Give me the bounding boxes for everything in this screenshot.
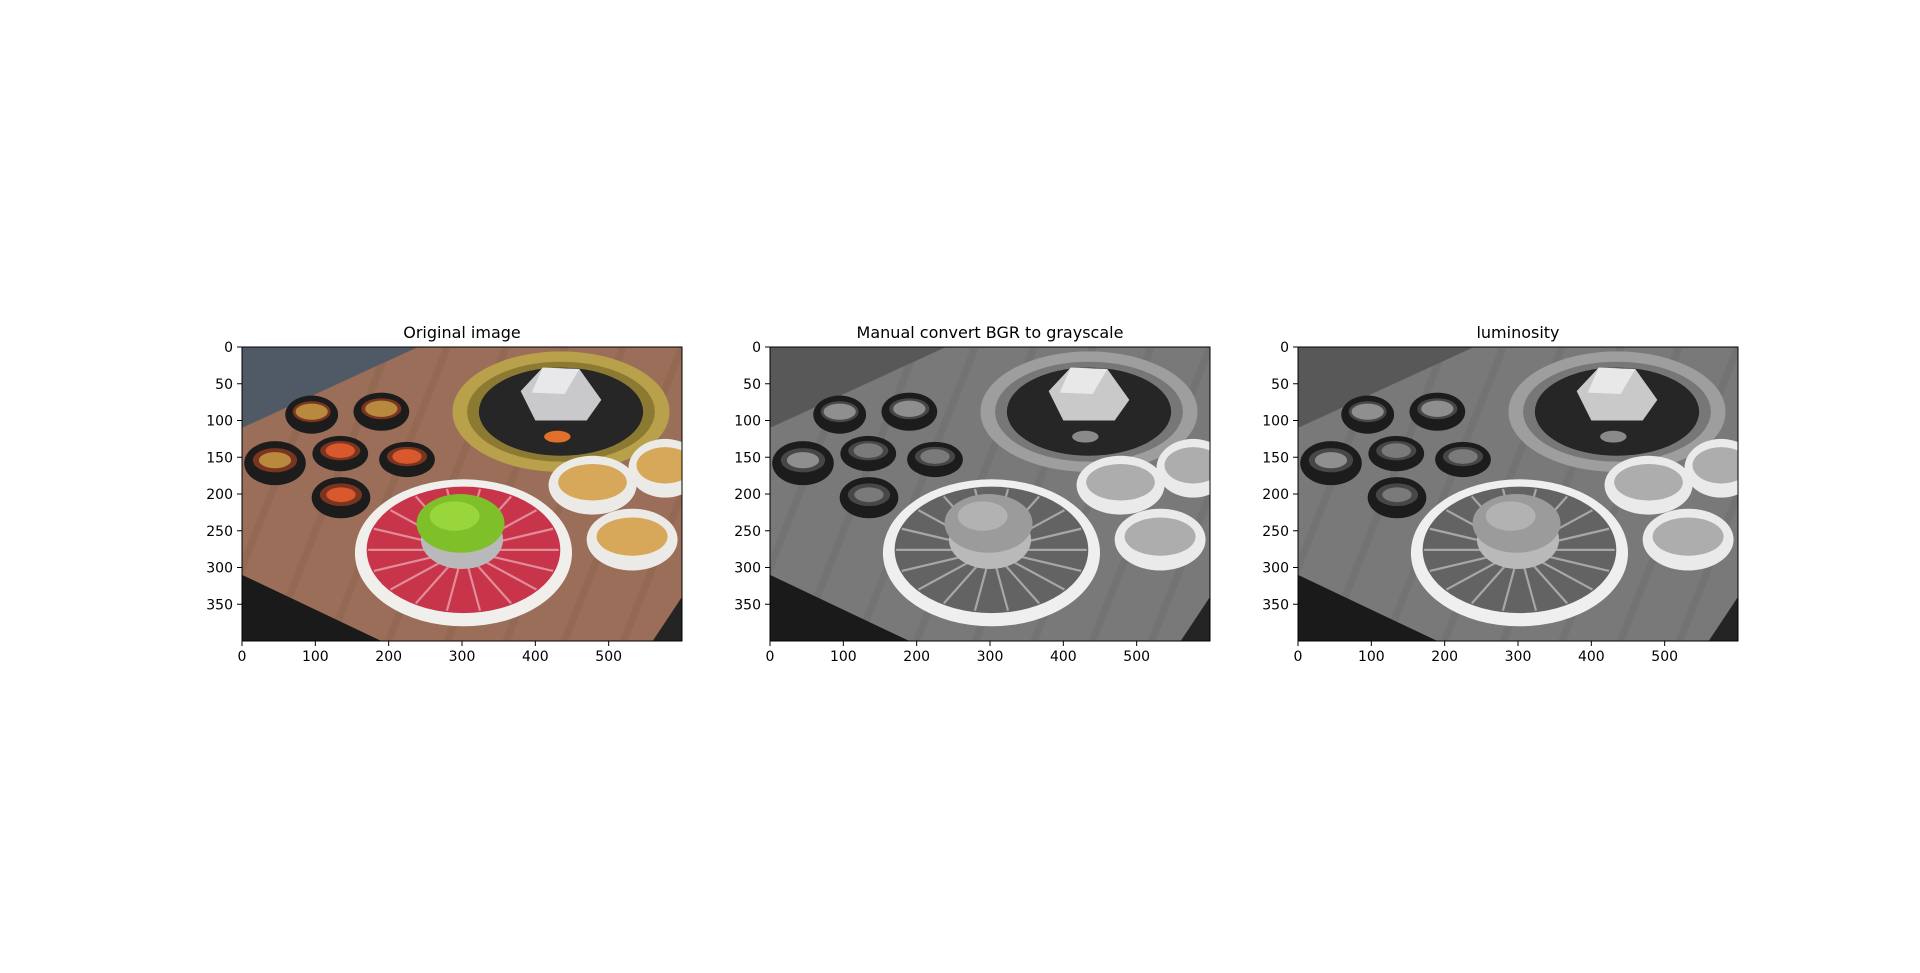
y-tick-label: 300 bbox=[1262, 561, 1289, 577]
panel-3: luminosity 0 100 200 300 400 500 0 50 100 150 200 25… bbox=[1262, 323, 1739, 665]
x-tick-label: 500 bbox=[1651, 649, 1678, 665]
x-tick-label: 200 bbox=[903, 649, 930, 665]
y-tick-label: 0 bbox=[224, 340, 233, 356]
x-tick-label: 500 bbox=[595, 649, 622, 665]
y-tick-label: 200 bbox=[1262, 487, 1289, 503]
y-tick-label: 50 bbox=[1271, 377, 1289, 393]
x-tick-label: 400 bbox=[1578, 649, 1605, 665]
x-tick-label: 100 bbox=[830, 649, 857, 665]
y-tick-label: 250 bbox=[1262, 524, 1289, 540]
x-tick-label: 500 bbox=[1123, 649, 1150, 665]
x-tick-label: 400 bbox=[1050, 649, 1077, 665]
x-tick-label: 300 bbox=[977, 649, 1004, 665]
panel-title-1: Original image bbox=[403, 323, 521, 342]
x-tick-label: 200 bbox=[375, 649, 402, 665]
x-tick-label: 300 bbox=[449, 649, 476, 665]
y-tick-label: 50 bbox=[743, 377, 761, 393]
y-tick-label: 350 bbox=[734, 597, 761, 613]
y-tick-label: 350 bbox=[206, 597, 233, 613]
panel-1: Original image 0 100 200 300 400 500 0 50 100 150 2… bbox=[206, 323, 683, 665]
x-tick-label: 0 bbox=[1294, 649, 1303, 665]
x-tick-label: 200 bbox=[1431, 649, 1458, 665]
y-tick-label: 50 bbox=[215, 377, 233, 393]
y-tick-label: 350 bbox=[1262, 597, 1289, 613]
figure: Original image0 100 200 300 400 5000501001502… bbox=[206, 323, 1739, 665]
panel-2: Manual convert BGR to grayscale 0 100 200 30… bbox=[734, 323, 1211, 665]
y-tick-label: 100 bbox=[734, 414, 761, 430]
x-tick-label: 0 bbox=[238, 649, 247, 665]
y-tick-label: 100 bbox=[1262, 414, 1289, 430]
y-tick-label: 150 bbox=[206, 450, 233, 466]
x-tick-label: 0 bbox=[766, 649, 775, 665]
panel-title-2: Manual convert BGR to grayscale bbox=[857, 323, 1124, 342]
y-tick-label: 0 bbox=[752, 340, 761, 356]
panel-image-1 bbox=[242, 347, 682, 641]
panel-title-3: luminosity bbox=[1476, 323, 1559, 342]
x-tick-label: 400 bbox=[522, 649, 549, 665]
y-tick-label: 250 bbox=[734, 524, 761, 540]
y-tick-label: 150 bbox=[1262, 450, 1289, 466]
y-tick-label: 300 bbox=[206, 561, 233, 577]
x-tick-label: 100 bbox=[302, 649, 329, 665]
panel-image-3 bbox=[1298, 347, 1738, 641]
y-tick-label: 300 bbox=[734, 561, 761, 577]
y-tick-label: 200 bbox=[734, 487, 761, 503]
y-tick-label: 0 bbox=[1280, 340, 1289, 356]
x-tick-label: 300 bbox=[1505, 649, 1532, 665]
y-tick-label: 200 bbox=[206, 487, 233, 503]
y-tick-label: 250 bbox=[206, 524, 233, 540]
y-tick-label: 150 bbox=[734, 450, 761, 466]
y-tick-label: 100 bbox=[206, 414, 233, 430]
x-tick-label: 100 bbox=[1358, 649, 1385, 665]
panel-image-2 bbox=[770, 347, 1210, 641]
